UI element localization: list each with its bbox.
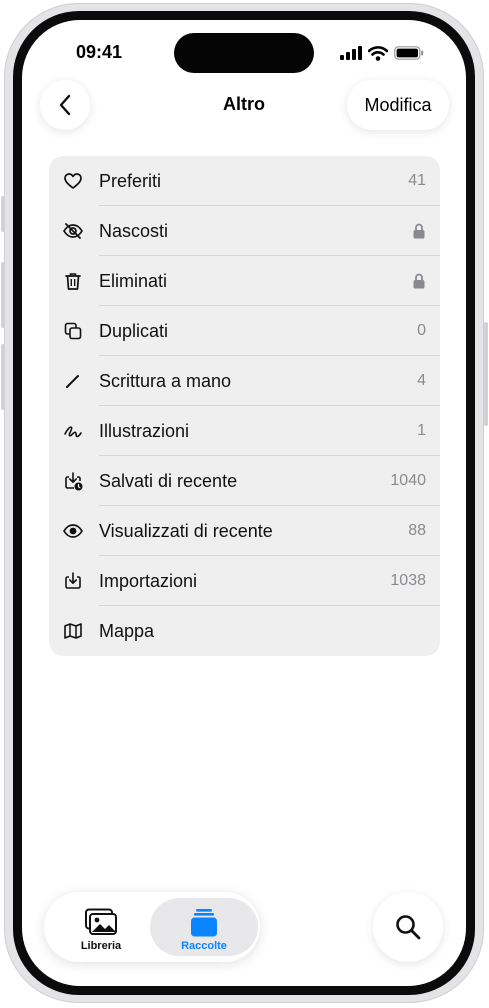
search-button[interactable] [373,892,443,962]
list-item-count: 1 [417,422,426,439]
side-button-action [1,196,5,232]
collections-icon [191,909,217,937]
list-item-count: 4 [417,372,426,389]
tab-libreria[interactable]: Libreria [50,898,152,956]
list-item-count: 41 [408,172,426,189]
list-item-label: Nascosti [99,221,169,241]
scribble-icon [64,426,82,438]
trash-icon [65,273,81,290]
tab-label: Libreria [80,940,122,952]
list-item-label: Preferiti [99,171,162,191]
list-item-scrittura-a-mano[interactable]: Scrittura a mano 4 [49,356,440,406]
tray-download-icon [65,572,81,589]
eye-icon [63,524,83,538]
map-icon [64,623,82,639]
list-item-illustrazioni[interactable]: Illustrazioni 1 [49,406,440,456]
screen: 09:41 Altro Modifica Preferiti 41 Nascos… [22,20,466,986]
more-list: Preferiti 41 Nascosti Eliminati Duplicat… [49,156,440,656]
wifi-icon [368,45,388,61]
cellular-signal-icon [340,46,362,60]
status-icons [340,44,424,62]
edit-button[interactable]: Modifica [347,80,449,130]
side-button-volume-up [1,262,5,328]
list-item-importazioni[interactable]: Importazioni 1038 [49,556,440,606]
lock-icon [413,273,425,289]
list-item-label: Mappa [99,621,155,641]
heart-icon [64,173,82,189]
list-item-salvati-di-recente[interactable]: Salvati di recente 1040 [49,456,440,506]
list-item-eliminati[interactable]: Eliminati [49,256,440,306]
list-item-label: Illustrazioni [99,421,190,441]
lock-icon [413,223,425,239]
list-item-visualizzati-di-recente[interactable]: Visualizzati di recente 88 [49,506,440,556]
dynamic-island [174,33,314,73]
list-item-label: Visualizzati di recente [99,521,273,541]
list-item-nascosti[interactable]: Nascosti [49,206,440,256]
photo-library-icon [85,908,117,935]
list-item-count: 0 [417,322,426,339]
tab-bar: Libreria Raccolte [44,892,260,962]
list-item-count: 88 [408,522,426,539]
list-item-mappa[interactable]: Mappa [49,606,440,656]
list-item-label: Eliminati [99,271,168,291]
list-item-label: Scrittura a mano [99,371,232,391]
list-item-label: Salvati di recente [99,471,238,491]
battery-icon [394,46,424,60]
list-item-label: Duplicati [99,321,169,341]
status-time: 09:41 [76,42,123,62]
eye-slash-icon [63,223,83,239]
list-item-count: 1038 [390,572,426,589]
list-item-duplicati[interactable]: Duplicati 0 [49,306,440,356]
search-icon [396,915,421,940]
side-button-volume-down [1,344,5,410]
tab-raccolte[interactable]: Raccolte [150,898,258,956]
duplicate-icon [64,322,82,340]
pencil-icon [66,375,79,388]
tab-label: Raccolte [181,940,227,952]
side-button-power [484,322,488,426]
list-item-count: 1040 [390,472,426,489]
list-item-label: Importazioni [99,571,198,591]
list-item-preferiti[interactable]: Preferiti 41 [49,156,440,206]
tray-download-badge-icon [65,472,83,491]
